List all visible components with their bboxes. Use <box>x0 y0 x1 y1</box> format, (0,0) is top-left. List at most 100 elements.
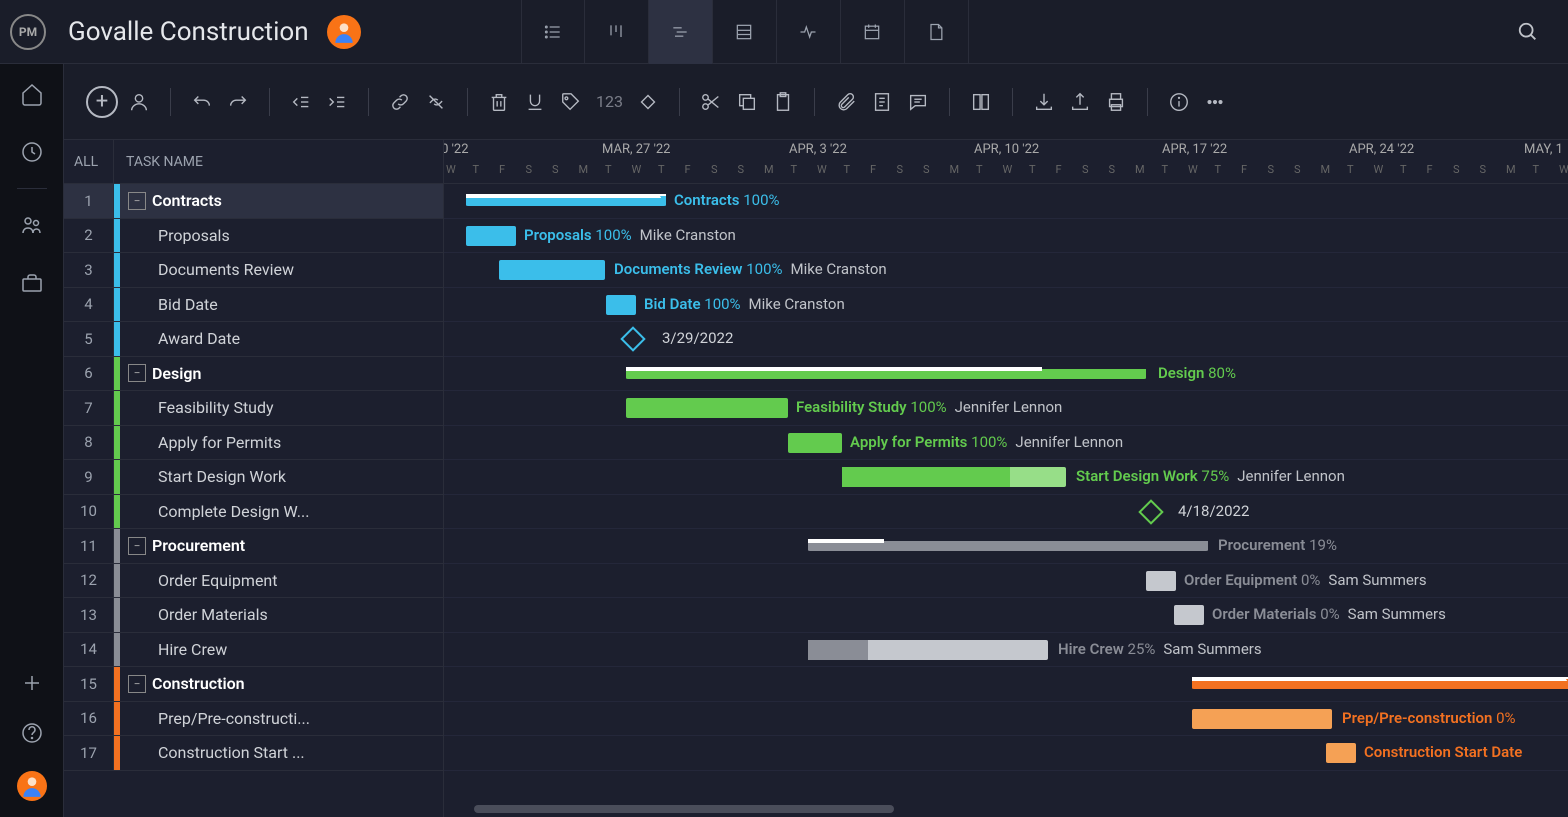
task-row[interactable]: 14 Hire Crew <box>64 633 443 668</box>
tab-calendar[interactable] <box>841 0 905 64</box>
gantt-bar[interactable] <box>626 398 788 418</box>
milestone-button[interactable] <box>633 87 663 117</box>
gantt-bar[interactable] <box>1192 709 1332 729</box>
gantt-bar[interactable] <box>1326 743 1356 763</box>
gantt-bar[interactable] <box>842 467 1066 487</box>
gantt-bar[interactable] <box>499 260 605 280</box>
cut-button[interactable] <box>696 87 726 117</box>
task-row[interactable]: 15 − Construction <box>64 667 443 702</box>
chart-row[interactable]: Contracts 100% <box>444 184 1568 219</box>
task-row[interactable]: 4 Bid Date <box>64 288 443 323</box>
chart-row[interactable]: Hire Crew 25%Sam Summers <box>444 633 1568 668</box>
text-style-button[interactable] <box>520 87 550 117</box>
chart-row[interactable]: Bid Date 100%Mike Cranston <box>444 288 1568 323</box>
chart-row[interactable]: Documents Review 100%Mike Cranston <box>444 253 1568 288</box>
task-row[interactable]: 1 − Contracts <box>64 184 443 219</box>
help-icon[interactable] <box>20 721 44 745</box>
notes-button[interactable] <box>867 87 897 117</box>
pm-logo[interactable]: PM <box>10 14 46 50</box>
add-button[interactable]: + <box>86 86 118 118</box>
gantt-bar[interactable] <box>788 433 842 453</box>
header-all[interactable]: ALL <box>64 140 114 183</box>
link-button[interactable] <box>385 87 415 117</box>
chart-row[interactable]: Start Design Work 75%Jennifer Lennon <box>444 460 1568 495</box>
gantt-bar[interactable] <box>626 369 1146 379</box>
collapse-icon[interactable]: − <box>128 537 146 555</box>
plus-icon[interactable] <box>20 671 44 695</box>
color-button[interactable] <box>556 87 586 117</box>
copy-button[interactable] <box>732 87 762 117</box>
gantt-bar[interactable] <box>1174 605 1204 625</box>
paste-button[interactable] <box>768 87 798 117</box>
attachment-button[interactable] <box>831 87 861 117</box>
chart-row[interactable]: Design 80% <box>444 357 1568 392</box>
chart-row[interactable] <box>444 667 1568 702</box>
tab-sheet[interactable] <box>713 0 777 64</box>
horizontal-scrollbar[interactable] <box>474 805 894 813</box>
redo-button[interactable] <box>223 87 253 117</box>
gantt-bar[interactable] <box>808 541 1208 551</box>
assign-button[interactable] <box>124 87 154 117</box>
task-row[interactable]: 13 Order Materials <box>64 598 443 633</box>
gantt-bar[interactable] <box>1146 571 1176 591</box>
comment-button[interactable] <box>903 87 933 117</box>
task-row[interactable]: 17 Construction Start ... <box>64 736 443 771</box>
task-row[interactable]: 16 Prep/Pre-constructi... <box>64 702 443 737</box>
team-icon[interactable] <box>20 213 44 237</box>
tab-list[interactable] <box>521 0 585 64</box>
task-row[interactable]: 9 Start Design Work <box>64 460 443 495</box>
chart-row[interactable]: Prep/Pre-construction 0% <box>444 702 1568 737</box>
task-row[interactable]: 7 Feasibility Study <box>64 391 443 426</box>
chart-row[interactable]: Feasibility Study 100%Jennifer Lennon <box>444 391 1568 426</box>
collapse-icon[interactable]: − <box>128 192 146 210</box>
gantt-bar[interactable] <box>808 640 1048 660</box>
avatar[interactable] <box>327 15 361 49</box>
print-button[interactable] <box>1101 87 1131 117</box>
clock-icon[interactable] <box>20 140 44 164</box>
milestone-icon[interactable] <box>1138 499 1163 524</box>
unlink-button[interactable] <box>421 87 451 117</box>
chart-pane[interactable]: , 20 '22MAR, 27 '22APR, 3 '22APR, 10 '22… <box>444 140 1568 817</box>
indent-button[interactable] <box>322 87 352 117</box>
chart-row[interactable]: Construction Start Date <box>444 736 1568 771</box>
chart-row[interactable]: Order Equipment 0%Sam Summers <box>444 564 1568 599</box>
user-avatar[interactable] <box>17 771 47 801</box>
chart-row[interactable]: Order Materials 0%Sam Summers <box>444 598 1568 633</box>
chart-row[interactable]: 3/29/2022 <box>444 322 1568 357</box>
search-button[interactable] <box>1508 12 1548 52</box>
task-row[interactable]: 8 Apply for Permits <box>64 426 443 461</box>
gantt-bar[interactable] <box>466 226 516 246</box>
gantt-bar[interactable] <box>606 295 636 315</box>
briefcase-icon[interactable] <box>20 271 44 295</box>
import-button[interactable] <box>1029 87 1059 117</box>
task-row[interactable]: 3 Documents Review <box>64 253 443 288</box>
task-row[interactable]: 11 − Procurement <box>64 529 443 564</box>
chart-row[interactable]: Proposals 100%Mike Cranston <box>444 219 1568 254</box>
gantt-bar[interactable] <box>466 196 666 206</box>
timeline-week: APR, 10 '22 <box>974 142 1039 157</box>
task-row[interactable]: 12 Order Equipment <box>64 564 443 599</box>
tab-activity[interactable] <box>777 0 841 64</box>
chart-row[interactable]: 4/18/2022 <box>444 495 1568 530</box>
tab-gantt[interactable] <box>649 0 713 64</box>
milestone-icon[interactable] <box>620 326 645 351</box>
chart-row[interactable]: Apply for Permits 100%Jennifer Lennon <box>444 426 1568 461</box>
columns-button[interactable] <box>966 87 996 117</box>
more-button[interactable] <box>1200 87 1230 117</box>
delete-button[interactable] <box>484 87 514 117</box>
undo-button[interactable] <box>187 87 217 117</box>
task-row[interactable]: 5 Award Date <box>64 322 443 357</box>
tab-board[interactable] <box>585 0 649 64</box>
tab-file[interactable] <box>905 0 969 64</box>
chart-row[interactable]: Procurement 19% <box>444 529 1568 564</box>
collapse-icon[interactable]: − <box>128 364 146 382</box>
task-row[interactable]: 6 − Design <box>64 357 443 392</box>
gantt-bar[interactable] <box>1192 679 1568 689</box>
task-row[interactable]: 2 Proposals <box>64 219 443 254</box>
info-button[interactable] <box>1164 87 1194 117</box>
task-row[interactable]: 10 Complete Design W... <box>64 495 443 530</box>
collapse-icon[interactable]: − <box>128 675 146 693</box>
export-button[interactable] <box>1065 87 1095 117</box>
outdent-button[interactable] <box>286 87 316 117</box>
home-icon[interactable] <box>20 82 44 106</box>
